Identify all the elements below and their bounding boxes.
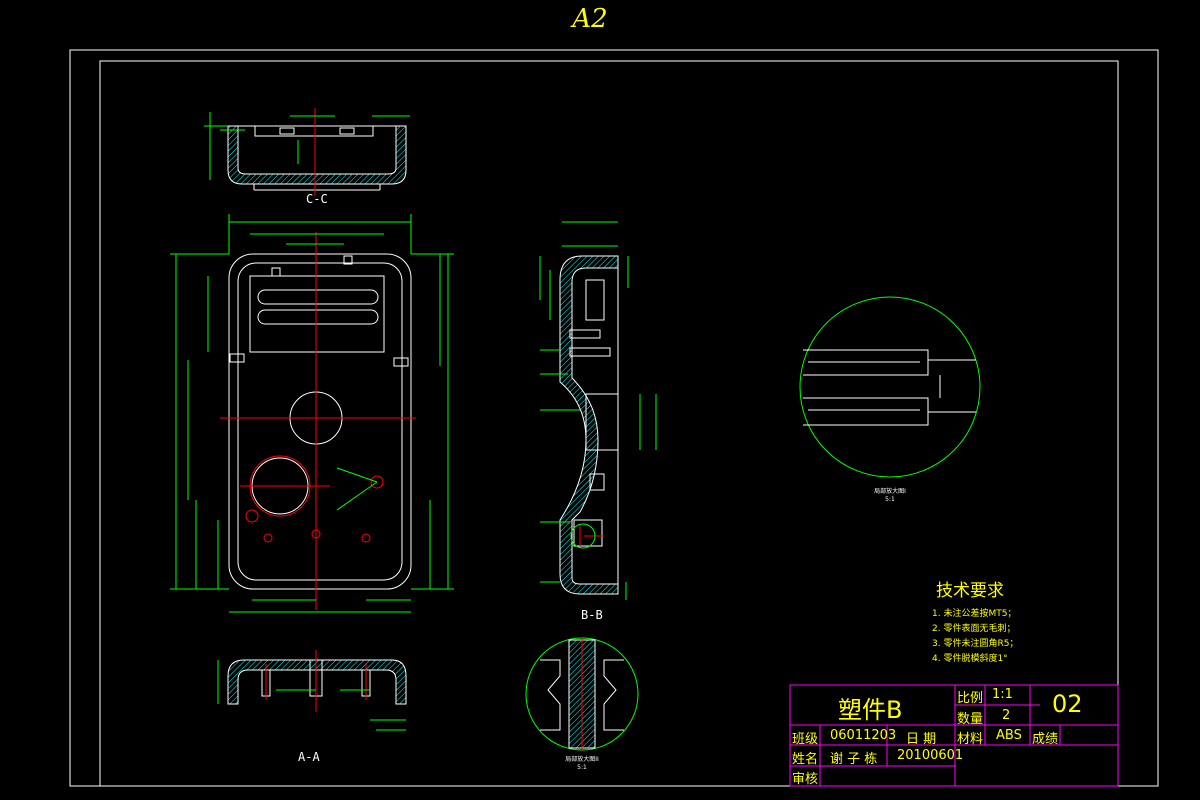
drawing-number: 02 — [1052, 690, 1083, 718]
name-value: 谢 子 栋 — [830, 752, 878, 767]
inner-frame — [99, 60, 1119, 787]
scale-label: 比例 — [957, 691, 984, 706]
detail-view-1 — [799, 296, 981, 478]
material-value: ABS — [996, 728, 1022, 743]
tech-requirement-item: 3. 零件未注圆角R5； — [932, 639, 1019, 649]
tech-requirement-item: 2. 零件表面无毛刺； — [932, 624, 1016, 634]
front-view — [170, 214, 454, 613]
class-label: 班级 — [792, 732, 819, 747]
cad-drawing — [69, 49, 1159, 787]
detail-1-caption: 局部放大图I 5:1 — [862, 488, 918, 504]
tech-requirements-title: 技术要求 — [936, 581, 1004, 601]
detail-2-scale: 5:1 — [577, 764, 587, 771]
date-label: 日 期 — [906, 732, 937, 747]
tech-requirement-item: 4. 零件脱模斜度1° — [932, 654, 1008, 664]
section-bb-view — [539, 221, 657, 600]
grade-label: 成绩 — [1032, 732, 1059, 747]
name-label: 姓名 — [792, 752, 819, 767]
detail-view-2 — [525, 637, 639, 751]
quantity-value: 2 — [1002, 708, 1011, 723]
detail-2-caption: 局部放大图II 5:1 — [556, 756, 608, 772]
tech-requirements: 技术要求 1. 未注公差按MT5； 2. 零件表面无毛刺； 3. 零件未注圆角R… — [928, 576, 1018, 667]
sheet-size-label: A2 — [572, 4, 608, 34]
detail-1-scale: 5:1 — [885, 496, 895, 503]
part-name: 塑件B — [838, 696, 903, 724]
material-label: 材料 — [957, 732, 984, 747]
section-cc-view — [204, 108, 410, 196]
review-label: 审核 — [792, 772, 819, 787]
section-aa-view — [217, 650, 407, 731]
tech-requirement-item: 1. 未注公差按MT5； — [932, 609, 1017, 619]
class-value: 06011203 — [830, 728, 897, 743]
quantity-label: 数量 — [957, 712, 984, 727]
detail-1-title: 局部放大图I — [874, 488, 906, 495]
scale-value: 1:1 — [992, 687, 1013, 702]
section-bb-label: B-B — [581, 608, 603, 622]
detail-2-title: 局部放大图II — [565, 756, 599, 763]
section-aa-label: A-A — [298, 750, 320, 764]
date-value: 20100601 — [897, 748, 964, 763]
section-cc-label: C-C — [306, 192, 328, 206]
